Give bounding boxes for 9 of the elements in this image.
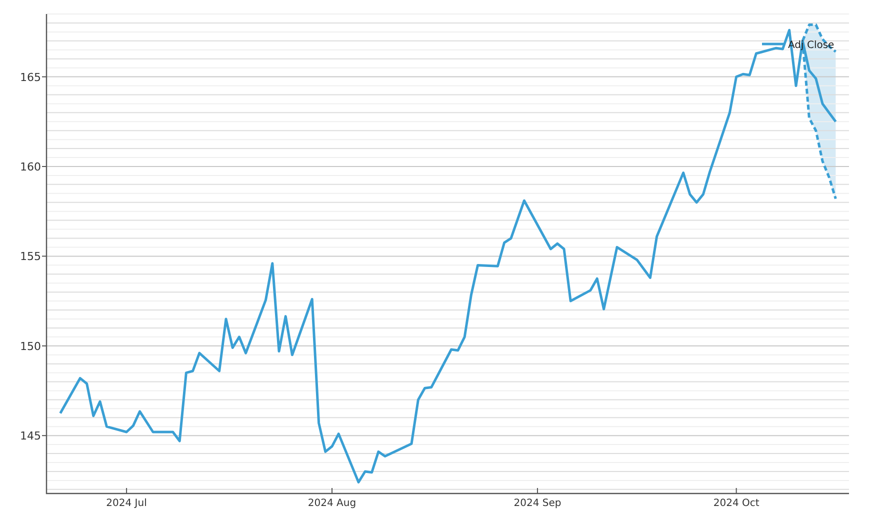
- y-tick-label: 155: [20, 250, 41, 264]
- y-tick-label: 150: [20, 340, 41, 353]
- x-tick-label: 2024 Oct: [713, 498, 760, 509]
- y-tick-label: 165: [20, 70, 41, 84]
- x-tick-label: 2024 Aug: [308, 498, 356, 509]
- y-tick-label: 160: [20, 160, 41, 174]
- x-tick-label: 2024 Sep: [514, 498, 562, 509]
- y-tick-label: 145: [20, 430, 41, 443]
- x-tick-label: 2024 Jul: [106, 498, 147, 509]
